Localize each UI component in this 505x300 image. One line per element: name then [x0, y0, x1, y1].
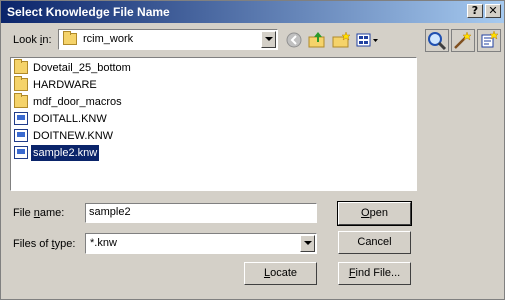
- file-type-label: Files of type:: [13, 238, 76, 250]
- open-button[interactable]: Open: [337, 201, 412, 226]
- new-folder-icon[interactable]: [330, 29, 352, 51]
- folder-icon: [14, 93, 28, 108]
- back-icon[interactable]: [283, 29, 305, 51]
- knowledge-file-icon: [14, 129, 28, 142]
- knowledge-file-icon: [14, 112, 28, 125]
- chevron-down-icon[interactable]: [300, 235, 315, 252]
- dialog-title: Select Knowledge File Name: [7, 5, 170, 19]
- file-name-input[interactable]: sample2: [85, 203, 317, 223]
- folder-icon: [63, 31, 77, 45]
- look-in-value: rcim_work: [83, 33, 134, 45]
- file-name-label: File name:: [13, 207, 65, 219]
- help-button[interactable]: ?: [467, 4, 483, 18]
- cancel-button[interactable]: Cancel: [338, 231, 411, 254]
- magnifier-icon[interactable]: [425, 29, 449, 52]
- close-button[interactable]: ✕: [485, 4, 501, 18]
- view-menu-icon[interactable]: [354, 29, 380, 51]
- folder-icon: [14, 59, 28, 74]
- look-in-label: Look in:: [13, 34, 52, 46]
- settings-icon[interactable]: [477, 29, 501, 52]
- folder-icon: [14, 76, 28, 91]
- select-knowledge-file-dialog: Select Knowledge File Name ? ✕ Look in: …: [0, 0, 505, 300]
- file-type-value: *.knw: [90, 237, 117, 249]
- wizard-icon[interactable]: [451, 29, 475, 52]
- find-file-button[interactable]: Find File...: [338, 262, 411, 285]
- file-type-dropdown[interactable]: *.knw: [85, 233, 317, 254]
- knowledge-file-icon: [14, 146, 28, 159]
- file-list[interactable]: Dovetail_25_bottom HARDWARE mdf_door_mac…: [10, 57, 417, 191]
- title-bar: Select Knowledge File Name ? ✕: [1, 1, 504, 23]
- look-in-dropdown[interactable]: rcim_work: [58, 29, 278, 50]
- up-folder-icon[interactable]: [306, 29, 328, 51]
- chevron-down-icon[interactable]: [261, 31, 276, 48]
- locate-button[interactable]: Locate: [244, 262, 317, 285]
